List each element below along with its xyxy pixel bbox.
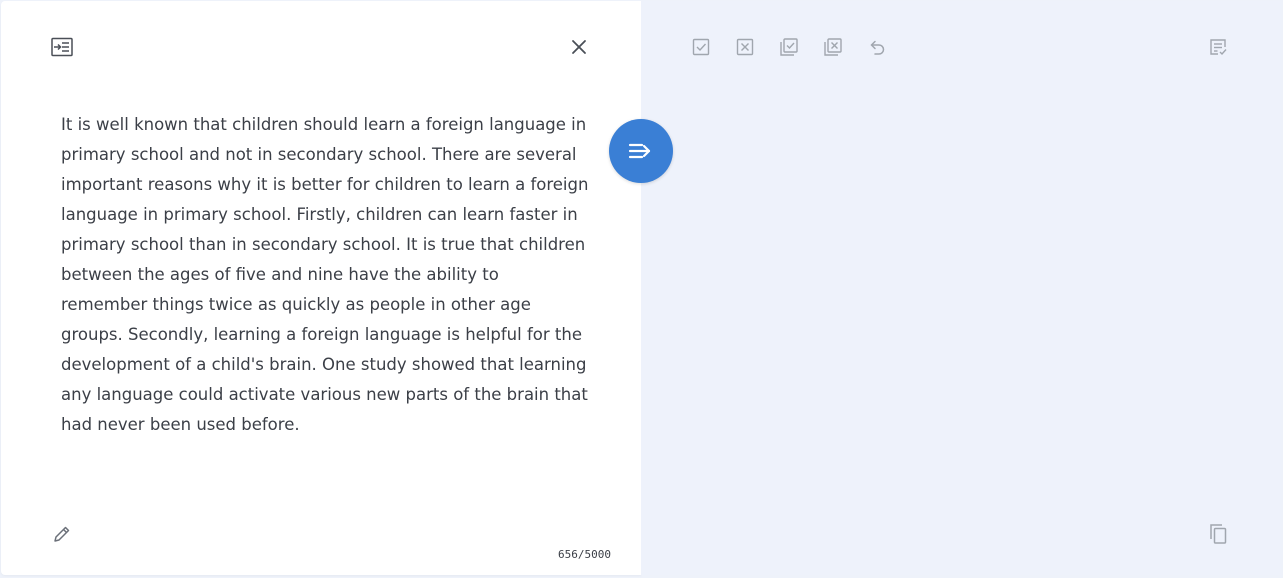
undo-icon[interactable] [864,34,890,60]
app-root: It is well known that children should le… [0,0,1283,578]
translate-button[interactable] [609,119,673,183]
text-insert-icon[interactable] [49,34,75,60]
close-icon[interactable] [566,34,592,60]
accept-all-icon[interactable] [776,34,802,60]
pencil-icon[interactable] [49,521,75,547]
reject-all-icon[interactable] [820,34,846,60]
accept-icon[interactable] [688,34,714,60]
reject-icon[interactable] [732,34,758,60]
result-panel [641,1,1281,575]
character-count: 656/5000 [558,548,611,561]
source-text-input[interactable]: It is well known that children should le… [61,110,589,440]
source-panel: It is well known that children should le… [1,1,641,575]
copy-icon[interactable] [1205,521,1231,547]
translate-arrow-icon [628,143,651,159]
summary-icon[interactable] [1205,34,1231,60]
